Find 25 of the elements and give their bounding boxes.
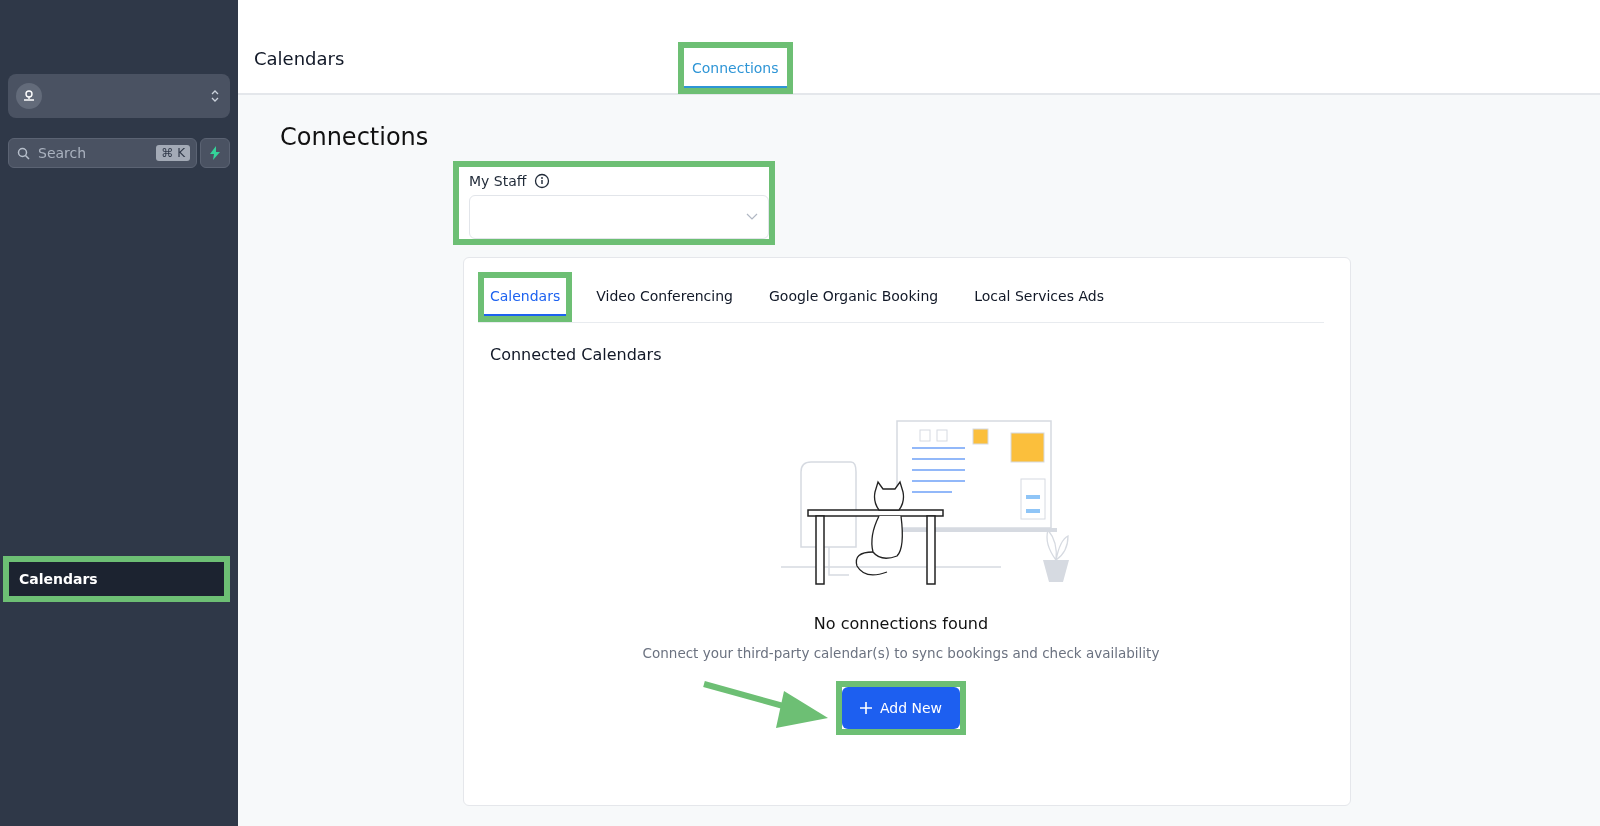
add-new-button[interactable]: Add New (841, 687, 961, 729)
search-icon (17, 146, 30, 160)
empty-state-title: No connections found (813, 614, 989, 633)
search-input[interactable]: Search (36, 144, 151, 162)
tab[interactable]: Calendars (484, 278, 567, 316)
info-icon (534, 173, 551, 189)
page-title: Connections (280, 123, 430, 151)
section-title: Calendars (254, 48, 346, 69)
tab[interactable]: Video Conferencing (590, 278, 739, 316)
empty-state-message: Connect your third-party calendar(s) to sync bookings and check availability (642, 645, 1160, 661)
shortcut-hint: ⌘ K (156, 145, 190, 161)
section-heading: Connected Calendars (490, 345, 663, 364)
chevron-down-icon (746, 213, 758, 221)
lightning-icon (209, 146, 221, 160)
tab[interactable]: Local Services Ads (968, 278, 1110, 316)
chevron-up-down-icon (210, 88, 220, 104)
tab[interactable]: Google Organic Booking (762, 278, 945, 316)
plus-icon (859, 702, 872, 714)
field-label: My Staff (469, 173, 527, 189)
location-switcher[interactable] (8, 74, 230, 118)
location-pin-icon (16, 83, 42, 109)
search-field[interactable]: Search ⌘ K (8, 138, 197, 168)
quick-action-button[interactable] (200, 138, 230, 168)
sidebar-item[interactable]: Calendars (9, 562, 224, 596)
staff-dropdown[interactable] (469, 195, 769, 239)
